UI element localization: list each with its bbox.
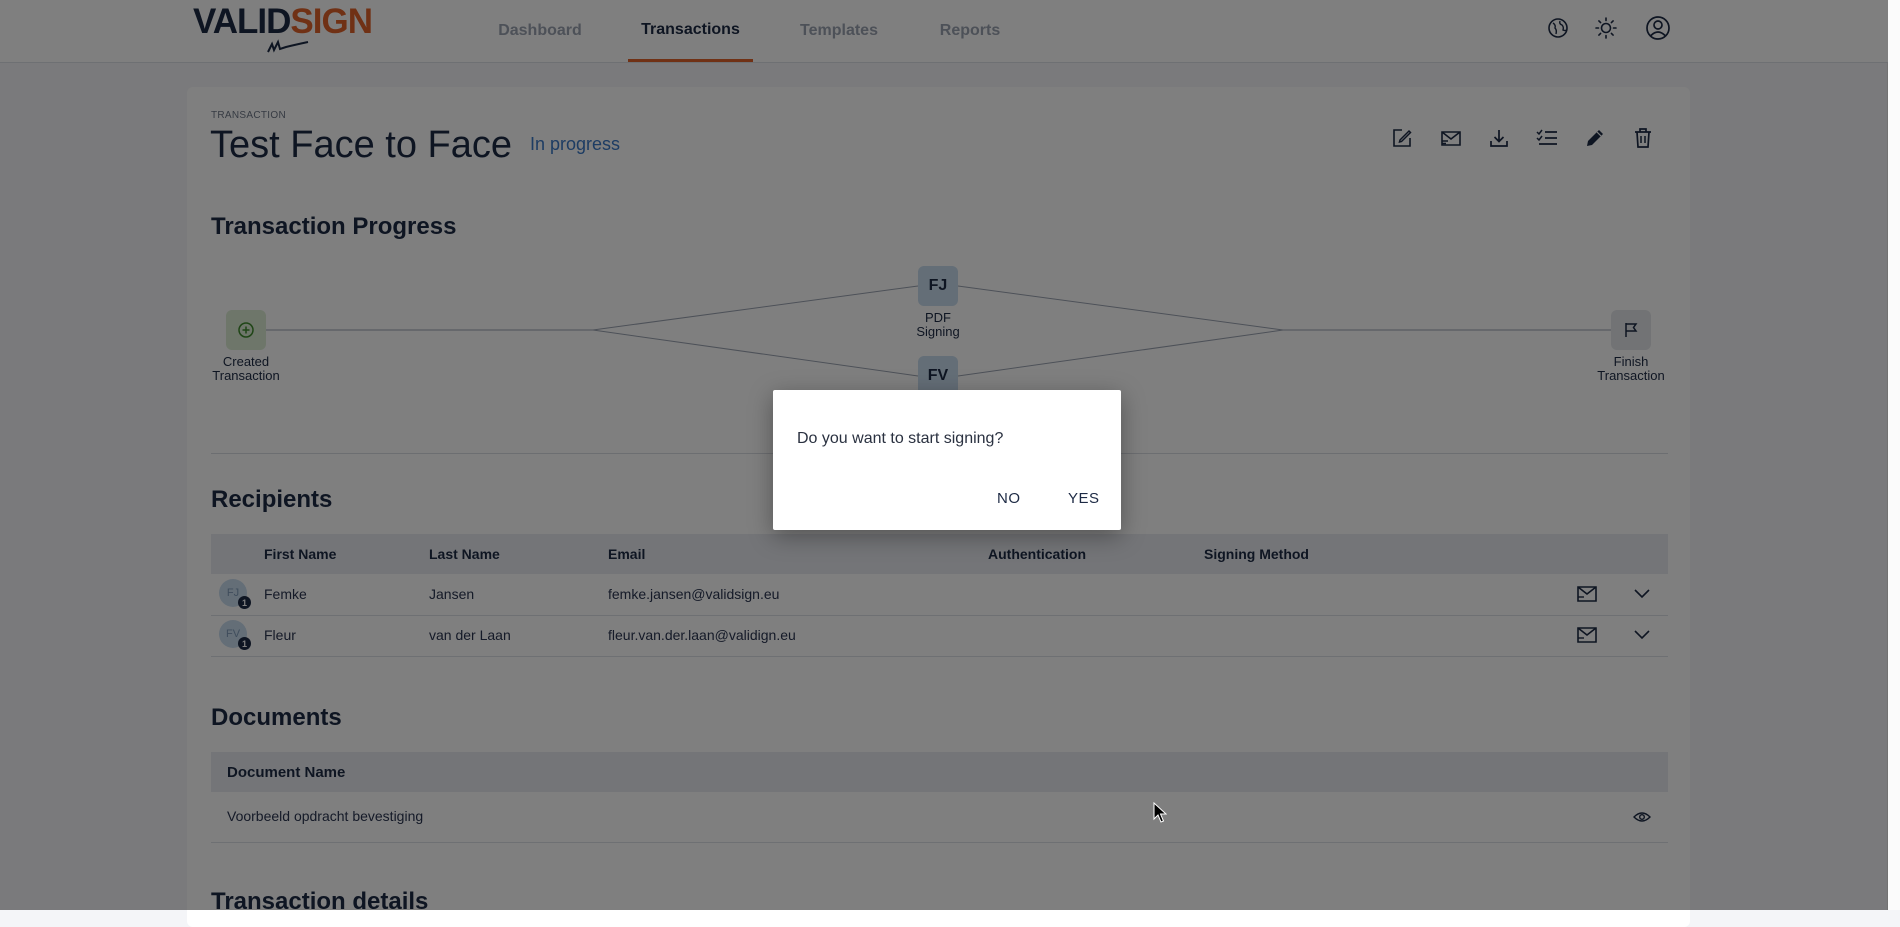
- page-scrollbar[interactable]: [1887, 0, 1900, 910]
- yes-button[interactable]: YES: [1068, 490, 1100, 507]
- dialog-message: Do you want to start signing?: [797, 430, 1004, 447]
- confirm-dialog: Do you want to start signing? NO YES: [773, 390, 1121, 530]
- mouse-cursor-icon: [1153, 802, 1167, 823]
- no-button[interactable]: NO: [997, 490, 1021, 507]
